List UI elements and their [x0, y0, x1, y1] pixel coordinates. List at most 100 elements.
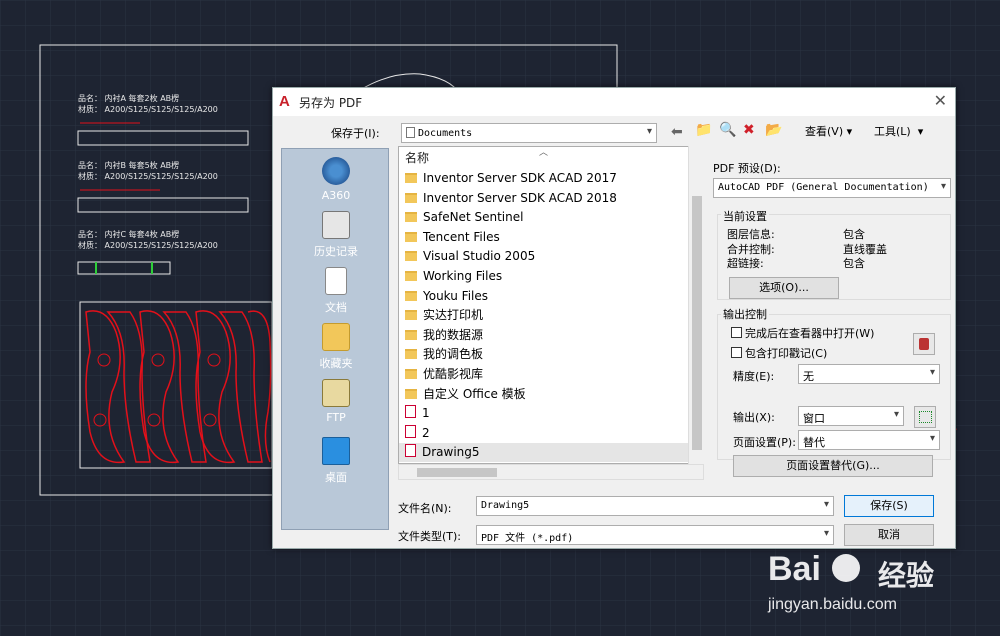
- cad-label: 材质： A200/S125/S125/S125/A200: [78, 105, 218, 114]
- cancel-button[interactable]: 取消: [844, 524, 934, 546]
- file-name: Visual Studio 2005: [423, 249, 536, 264]
- folder-item[interactable]: SafeNet Sentinel: [405, 208, 689, 227]
- folder-item[interactable]: 实达打印机: [405, 306, 689, 325]
- page-setup-select[interactable]: 替代 ▾: [798, 430, 940, 450]
- filetype-select[interactable]: PDF 文件 (*.pdf) ▾: [476, 525, 834, 545]
- file-name: 我的调色板: [423, 347, 484, 362]
- pdf-preset-label: PDF 预设(D):: [713, 162, 781, 175]
- desktop-icon: [322, 437, 350, 465]
- filetype-label: 文件类型(T):: [398, 530, 462, 543]
- current-settings-label: 当前设置: [721, 208, 769, 224]
- close-icon[interactable]: ✕: [934, 91, 947, 110]
- folder-item[interactable]: 自定义 Office 模板: [405, 385, 689, 404]
- place-favorites[interactable]: 收藏夹: [282, 323, 390, 371]
- dialog-titlebar[interactable]: A 另存为 PDF ✕: [273, 88, 955, 116]
- documents-icon: [325, 267, 347, 295]
- document-icon: [406, 127, 415, 138]
- places-bar: A360 历史记录 文档 收藏夹 FTP 桌面: [281, 148, 389, 530]
- pdf-preset-select[interactable]: AutoCAD PDF (General Documentation) ▾: [713, 178, 951, 198]
- place-documents[interactable]: 文档: [282, 267, 390, 315]
- save-in-label: 保存于(I):: [331, 127, 380, 140]
- cad-label: 品名： 内衬B 每套5枚 AB楞: [78, 161, 180, 170]
- include-stamp-checkbox[interactable]: 包含打印戳记(C): [731, 345, 827, 361]
- precision-select[interactable]: 无 ▾: [798, 364, 940, 384]
- folder-icon: [405, 369, 417, 379]
- output-control-label: 输出控制: [721, 306, 769, 322]
- setting-key: 图层信息:: [727, 228, 775, 241]
- folder-icon: [405, 290, 417, 301]
- file-list-scrollbar[interactable]: [688, 146, 704, 464]
- watermark-url: jingyan.baidu.com: [768, 596, 897, 613]
- folder-icon: [405, 231, 417, 242]
- folder-item[interactable]: 我的调色板: [405, 345, 689, 364]
- scroll-thumb[interactable]: [692, 196, 702, 450]
- folder-icon: [405, 310, 417, 321]
- folder-item[interactable]: Working Files: [405, 267, 689, 286]
- file-name: Tencent Files: [423, 229, 500, 244]
- folder-item[interactable]: Inventor Server SDK ACAD 2018: [405, 189, 689, 208]
- save-in-value: Documents: [418, 128, 473, 139]
- paw-icon: [832, 554, 860, 582]
- output-select[interactable]: 窗口 ▾: [798, 406, 904, 426]
- page-setup-label: 页面设置(P):: [733, 436, 796, 449]
- favorites-icon: [322, 323, 350, 351]
- file-name: 2: [422, 425, 430, 440]
- folder-item[interactable]: 我的数据源: [405, 326, 689, 345]
- pdf-icon: [405, 405, 416, 419]
- cad-label: 品名： 内衬A 每套2枚 AB楞: [78, 94, 180, 103]
- folder-item[interactable]: Inventor Server SDK ACAD 2017: [405, 169, 689, 188]
- file-list[interactable]: 名称 ︿ Inventor Server SDK ACAD 2017 Invent…: [398, 146, 690, 464]
- sort-up-icon: ︿: [539, 148, 549, 158]
- folder-item[interactable]: 优酷影视库: [405, 365, 689, 384]
- folder-icon: [405, 388, 417, 399]
- delete-icon[interactable]: ✖: [743, 123, 755, 137]
- folder-item[interactable]: Tencent Files: [405, 228, 689, 247]
- file-name: 自定义 Office 模板: [423, 386, 526, 401]
- pdf-file-item[interactable]: Drawing5: [399, 443, 689, 463]
- search-web-icon[interactable]: 🔍: [719, 123, 736, 137]
- folder-item[interactable]: Youku Files: [405, 287, 689, 306]
- stamp-settings-button[interactable]: [913, 333, 935, 355]
- save-button[interactable]: 保存(S): [844, 495, 934, 517]
- hscroll-thumb[interactable]: [417, 468, 497, 477]
- file-name: Inventor Server SDK ACAD 2018: [423, 190, 617, 205]
- place-history[interactable]: 历史记录: [282, 211, 390, 259]
- options-button[interactable]: 选项(O)...: [729, 277, 839, 299]
- open-in-viewer-checkbox[interactable]: 完成后在查看器中打开(W): [731, 325, 874, 341]
- pdf-file-item[interactable]: 1: [405, 404, 689, 423]
- folder-icon: [405, 329, 417, 340]
- save-as-pdf-dialog: A 另存为 PDF ✕ 保存于(I): Documents ▾ ⬅ 📁 🔍 ✖ …: [272, 87, 956, 549]
- cad-label: 材质： A200/S125/S125/S125/A200: [78, 172, 218, 181]
- tools-menu[interactable]: 工具(L) ▾: [874, 123, 923, 139]
- window-select-button[interactable]: [914, 406, 936, 428]
- new-folder-icon[interactable]: 📂: [765, 123, 782, 137]
- cad-label: 品名： 内衬C 每套4枚 AB楞: [78, 230, 180, 239]
- precision-label: 精度(E):: [733, 370, 775, 383]
- setting-value: 包含: [843, 228, 865, 241]
- file-list-hscrollbar[interactable]: [398, 464, 704, 480]
- setting-key: 超链接:: [727, 257, 764, 270]
- folder-icon: [405, 173, 417, 183]
- file-name: Drawing5: [422, 445, 480, 460]
- output-label: 输出(X):: [733, 411, 775, 424]
- dialog-title: 另存为 PDF: [299, 96, 363, 110]
- up-folder-icon[interactable]: 📁: [695, 123, 712, 137]
- folder-item[interactable]: Visual Studio 2005: [405, 247, 689, 266]
- page-setup-override-button[interactable]: 页面设置替代(G)...: [733, 455, 933, 477]
- file-name: Inventor Server SDK ACAD 2017: [423, 171, 617, 185]
- pdf-icon: [405, 424, 416, 438]
- view-menu[interactable]: 查看(V) ▾: [805, 123, 852, 139]
- place-desktop[interactable]: 桌面: [282, 437, 390, 485]
- save-in-combo[interactable]: Documents ▾: [401, 123, 657, 143]
- filename-input[interactable]: Drawing5 ▾: [476, 496, 834, 516]
- file-name: SafeNet Sentinel: [423, 210, 524, 225]
- back-arrow-icon[interactable]: ⬅: [671, 125, 683, 139]
- stamp-icon: [919, 338, 929, 350]
- place-a360[interactable]: A360: [282, 157, 390, 202]
- file-name: Working Files: [423, 269, 503, 283]
- place-ftp[interactable]: FTP: [282, 379, 390, 424]
- pdf-icon: [405, 444, 416, 458]
- history-icon: [322, 211, 350, 239]
- file-name: 我的数据源: [423, 327, 484, 342]
- pdf-file-item[interactable]: 2: [405, 424, 689, 443]
